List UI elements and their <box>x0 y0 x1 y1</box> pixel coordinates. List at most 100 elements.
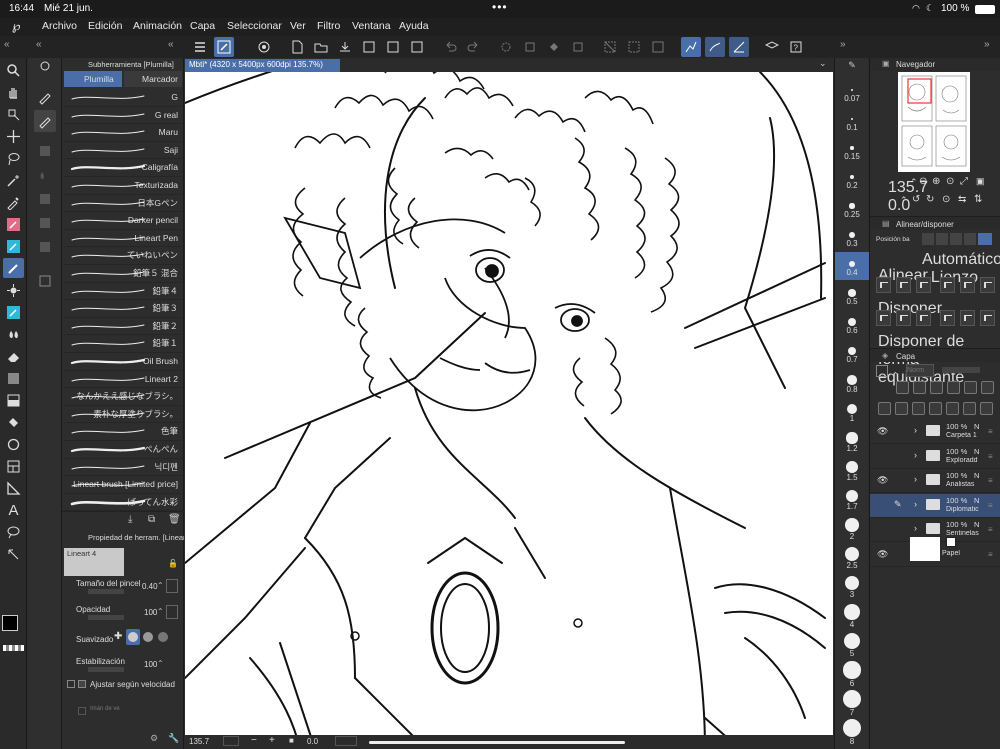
snap-special-icon[interactable] <box>705 37 725 57</box>
brush-item[interactable]: 닉디펜 <box>64 459 182 477</box>
collapse-right-icon[interactable]: » <box>840 39 846 50</box>
group-icon-4[interactable] <box>34 164 56 186</box>
size-option[interactable]: 1 <box>835 397 869 425</box>
visibility-eye-icon[interactable]: 👁 <box>877 426 888 437</box>
nav-fit-icon[interactable]: ⤢ <box>960 176 968 187</box>
group-icon-6[interactable] <box>34 212 56 234</box>
arrange-button-4[interactable] <box>940 310 955 326</box>
brush-item[interactable]: ばってん水彩 <box>64 494 182 512</box>
brush-item[interactable]: 鉛筆５ 混合 <box>64 265 182 283</box>
snap-ruler-icon[interactable] <box>681 37 701 57</box>
brush-item[interactable]: G <box>64 89 182 107</box>
opacity-reset-icon[interactable] <box>166 605 178 619</box>
size-option[interactable]: 3 <box>835 571 869 599</box>
size-option[interactable]: 0.2 <box>835 165 869 193</box>
size-option[interactable]: 0.5 <box>835 281 869 309</box>
tab-plumilla[interactable]: Plumilla <box>64 71 122 87</box>
pen-group-icon[interactable] <box>34 86 56 108</box>
new-layer-icon[interactable] <box>878 402 891 415</box>
main-color-swatch[interactable] <box>2 615 18 631</box>
collapse-sub-icon[interactable]: « <box>36 39 42 50</box>
size-option[interactable]: 4 <box>835 600 869 629</box>
canvas-zoom-value[interactable]: 135.7 <box>189 737 209 746</box>
zoom-out-icon[interactable]: − <box>251 735 257 746</box>
menu-ver[interactable]: Ver <box>290 20 306 32</box>
base-option-4[interactable] <box>964 233 976 245</box>
tab-marcador[interactable]: Marcador <box>124 71 182 87</box>
navigator-preview[interactable] <box>898 72 970 172</box>
subtool-settings-icon[interactable] <box>36 58 54 74</box>
arrange-button-2[interactable] <box>896 310 911 326</box>
expand-chevron-icon[interactable]: › <box>914 523 917 533</box>
base-option-3[interactable] <box>950 233 962 245</box>
size-option[interactable]: 0.6 <box>835 310 869 338</box>
layer-menu-icon[interactable]: ≡ <box>988 476 993 485</box>
shape-ellipse-icon[interactable] <box>3 434 24 454</box>
group-icon-5[interactable] <box>34 188 56 210</box>
brush-item[interactable]: Caligrafía <box>64 159 182 178</box>
help-icon[interactable]: ? <box>786 37 806 57</box>
nav-zoom-stepper-icon[interactable]: ⌃ <box>910 177 918 188</box>
zoom-stepper[interactable] <box>223 736 239 746</box>
size-option[interactable]: 6 <box>835 658 869 688</box>
size-option[interactable]: 1.2 <box>835 426 869 454</box>
clip-icon[interactable] <box>947 381 960 394</box>
new-vector-icon[interactable] <box>913 381 926 394</box>
visibility-toggle[interactable] <box>877 524 887 534</box>
menu-ayuda[interactable]: Ayuda <box>399 20 429 32</box>
new-file-icon[interactable] <box>287 37 307 57</box>
nav-fill-icon[interactable]: ▣ <box>976 176 985 187</box>
zoom-icon[interactable] <box>3 60 24 80</box>
canvas-angle-value[interactable]: 0.0 <box>307 737 318 746</box>
size-option[interactable]: 8 <box>835 716 869 746</box>
align-button-6[interactable] <box>980 277 995 293</box>
arrange-button-1[interactable] <box>876 310 891 326</box>
zoom-in-icon[interactable]: + <box>269 735 275 746</box>
eraser-icon[interactable] <box>3 346 24 366</box>
nav-actual-size-icon[interactable]: ⊙ <box>946 176 954 187</box>
brush-item[interactable]: Texturizada <box>64 177 182 195</box>
magnet-checkbox[interactable] <box>78 707 86 715</box>
delete-layer-icon[interactable] <box>980 402 993 415</box>
new-folder-icon[interactable] <box>895 402 908 415</box>
export-jpg-icon[interactable] <box>407 37 427 57</box>
layer-row[interactable]: › 100 % N Exploradd ≡ <box>870 445 1000 469</box>
menu-toggle-icon[interactable] <box>190 37 210 57</box>
move-icon[interactable] <box>3 126 24 146</box>
size-option[interactable]: 0.1 <box>835 107 869 135</box>
new-raster-icon[interactable] <box>896 381 909 394</box>
brush-item[interactable]: ていねいペン <box>64 247 182 266</box>
stabilization-value[interactable]: 100 <box>144 660 157 669</box>
expand-chevron-icon[interactable]: › <box>914 450 917 460</box>
smoothing-level-3[interactable] <box>156 629 170 645</box>
document-tab[interactable]: Mbti* (4320 x 5400px 600dpi 135.7%) <box>185 59 340 72</box>
base-option-2[interactable] <box>936 233 948 245</box>
visibility-toggle[interactable] <box>877 451 887 461</box>
brush-item[interactable]: 素朴な厚塗りブラシ。 <box>64 406 182 424</box>
speed-checkbox[interactable] <box>78 680 86 688</box>
nav-zoom-in-icon[interactable]: ⊕ <box>932 176 940 187</box>
flip-vertical-icon[interactable]: ⇅ <box>974 194 982 205</box>
visibility-toggle[interactable] <box>877 500 887 510</box>
canvas[interactable] <box>185 58 833 749</box>
redo-icon[interactable] <box>464 37 484 57</box>
group-icon-7[interactable] <box>34 236 56 258</box>
brush-item[interactable]: Maru <box>64 124 182 142</box>
smoothing-level-1[interactable] <box>126 629 140 645</box>
ruler-icon[interactable] <box>3 478 24 498</box>
app-logo-icon[interactable]: ℘ <box>12 19 20 33</box>
clear-icon[interactable] <box>496 37 516 57</box>
rotate-right-icon[interactable]: ↻ <box>926 194 934 205</box>
copy-icon[interactable] <box>568 37 588 57</box>
align-button-2[interactable] <box>896 277 911 293</box>
brush-item[interactable]: なんかええ感じなブラシ。 <box>64 388 182 406</box>
lock-transparency-icon[interactable] <box>930 381 943 394</box>
settings-gear-icon[interactable]: ⚙ <box>150 733 158 744</box>
align-button-3[interactable] <box>916 277 931 293</box>
group-icon-3[interactable] <box>34 140 56 162</box>
visibility-eye-icon[interactable]: 👁 <box>877 549 888 560</box>
stabilization-slider[interactable] <box>88 667 124 672</box>
menu-animacion[interactable]: Animación <box>133 20 182 32</box>
export-icon[interactable] <box>359 37 379 57</box>
expand-chevron-icon[interactable]: › <box>914 474 917 484</box>
